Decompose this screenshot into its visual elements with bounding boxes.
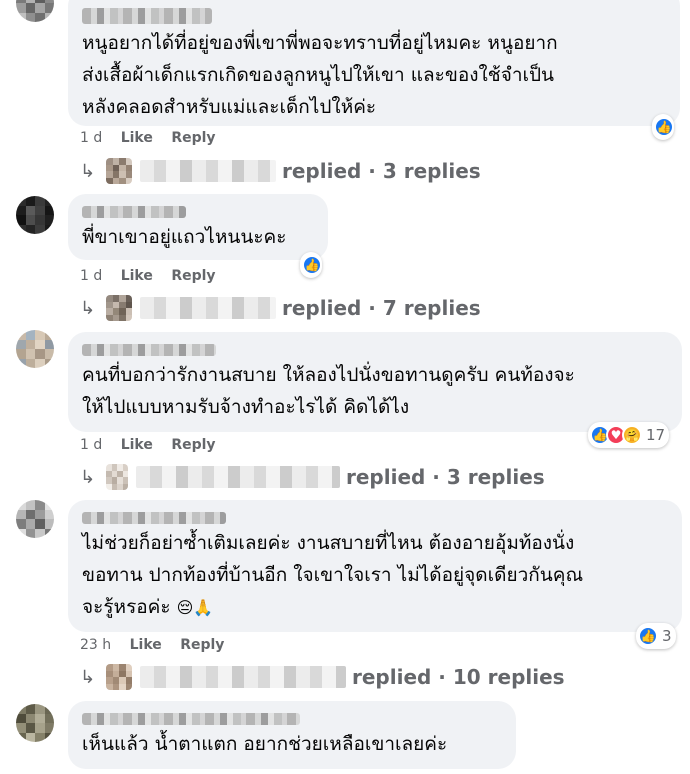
pensive-pray-emojis: 😔🙏	[176, 598, 214, 617]
comment-bubble: ไม่ช่วยก็อย่าซ้ำเติมเลยค่ะ งานสบายที่ไหน…	[68, 500, 682, 632]
commenter-name-blurred[interactable]	[82, 512, 226, 524]
reply-arrow-icon: ↳	[80, 160, 96, 182]
like-reaction-icon: 👍	[654, 117, 674, 137]
reply-button[interactable]: Reply	[171, 437, 215, 453]
replier-avatar	[106, 664, 132, 690]
replier-name-blurred	[140, 160, 276, 182]
commenter-name-blurred[interactable]	[82, 8, 212, 24]
comment-timestamp[interactable]: 23 h	[80, 637, 111, 653]
view-replies-link[interactable]: ↳ replied · 3 replies	[80, 156, 481, 186]
commenter-name-blurred[interactable]	[82, 344, 216, 356]
replies-count: replied · 3 replies	[282, 159, 481, 183]
replier-avatar	[106, 295, 132, 321]
comment-text: ไม่ช่วยก็อย่าซ้ำเติมเลยค่ะ งานสบายที่ไหน…	[82, 532, 584, 618]
commenter-avatar[interactable]	[16, 0, 54, 22]
commenter-avatar[interactable]	[16, 500, 54, 538]
replier-avatar	[106, 158, 132, 184]
view-replies-link[interactable]: ↳ replied · 10 replies	[80, 662, 565, 692]
reply-arrow-icon: ↳	[80, 297, 96, 319]
replies-count: replied · 10 replies	[352, 665, 565, 689]
comment-bubble: หนูอยากได้ที่อยู่ของพี่เขาพี่พอจะทราบที่…	[68, 0, 680, 126]
reply-arrow-icon: ↳	[80, 466, 96, 488]
reaction-summary[interactable]: 👍	[300, 252, 322, 278]
view-replies-link[interactable]: ↳ replied · 7 replies	[80, 293, 481, 323]
replies-count: replied · 3 replies	[346, 465, 545, 489]
comment-bubble: พี่ขาเขาอยู่แถวไหนนะคะ	[68, 194, 328, 260]
commenter-name-blurred[interactable]	[82, 206, 186, 218]
reaction-count: 17	[646, 426, 666, 444]
comment-timestamp[interactable]: 1 d	[80, 130, 102, 146]
comment-bubble: เห็นแล้ว น้ำตาแตก อยากช่วยเหลือเขาเลยค่ะ	[68, 701, 516, 769]
like-button[interactable]: Like	[121, 437, 153, 453]
replier-avatar	[106, 464, 128, 490]
care-reaction-icon: 🤗	[622, 425, 642, 445]
replier-name-blurred	[140, 297, 276, 319]
commenter-name-blurred[interactable]	[82, 713, 300, 725]
comment-bubble: คนที่บอกว่ารักงานสบาย ให้ลองไปนั่งขอทานด…	[68, 332, 682, 432]
reply-arrow-icon: ↳	[80, 666, 96, 688]
comment-actions: 1 d Like Reply	[68, 437, 216, 453]
comment-actions: 1 d Like Reply	[68, 130, 216, 146]
reaction-summary[interactable]: 👍 3	[636, 623, 676, 649]
commenter-avatar[interactable]	[16, 196, 54, 234]
reaction-summary[interactable]: 👍	[652, 114, 674, 140]
comment-actions: 23 h Like Reply	[68, 637, 224, 653]
comment-text: คนที่บอกว่ารักงานสบาย ให้ลองไปนั่งขอทานด…	[82, 364, 575, 418]
comment-text: หนูอยากได้ที่อยู่ของพี่เขาพี่พอจะทราบที่…	[82, 32, 558, 118]
reply-button[interactable]: Reply	[171, 268, 215, 284]
reply-button[interactable]: Reply	[171, 130, 215, 146]
view-replies-link[interactable]: ↳ replied · 3 replies	[80, 462, 545, 492]
replies-count: replied · 7 replies	[282, 296, 481, 320]
like-button[interactable]: Like	[130, 637, 162, 653]
comment-text: เห็นแล้ว น้ำตาแตก อยากช่วยเหลือเขาเลยค่ะ	[82, 733, 448, 755]
like-button[interactable]: Like	[121, 268, 153, 284]
like-button[interactable]: Like	[121, 130, 153, 146]
replier-name-blurred	[136, 466, 340, 488]
comment-timestamp[interactable]: 1 d	[80, 437, 102, 453]
like-reaction-icon: 👍	[638, 626, 658, 646]
like-reaction-icon: 👍	[302, 255, 322, 275]
comment-timestamp[interactable]: 1 d	[80, 268, 102, 284]
reply-button[interactable]: Reply	[180, 637, 224, 653]
commenter-avatar[interactable]	[16, 330, 54, 368]
reaction-summary[interactable]: 👍 ♥ 🤗 17	[588, 422, 670, 448]
comment-text: พี่ขาเขาอยู่แถวไหนนะคะ	[82, 226, 287, 248]
reaction-count: 3	[662, 627, 672, 645]
replier-name-blurred	[140, 666, 346, 688]
commenter-avatar[interactable]	[16, 704, 54, 742]
comment-actions: 1 d Like Reply	[68, 268, 216, 284]
